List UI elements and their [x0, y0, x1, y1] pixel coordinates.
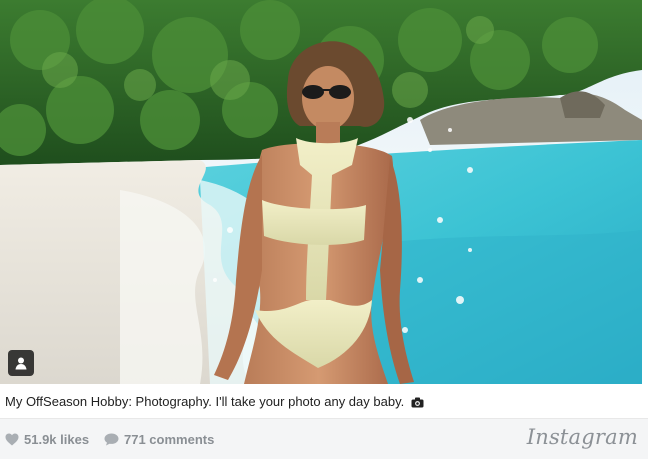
camera-icon [411, 397, 424, 408]
comments-label: 771 comments [124, 431, 215, 447]
beach-scene [0, 0, 642, 384]
likes-label: 51.9k likes [24, 431, 90, 447]
likes-count[interactable]: 51.9k likes [5, 430, 89, 448]
comments-count[interactable]: 771 comments [104, 430, 214, 448]
post-footer: 51.9k likes 771 comments Instagram [0, 418, 648, 459]
tag-people-button[interactable] [8, 350, 34, 376]
post-photo[interactable] [0, 0, 642, 384]
post-caption: My OffSeason Hobby: Photography. I'll ta… [5, 393, 635, 411]
instagram-logo[interactable]: Instagram [527, 425, 638, 449]
heart-icon [5, 433, 19, 445]
person-tag-icon [15, 357, 27, 370]
caption-text: My OffSeason Hobby: Photography. I'll ta… [5, 394, 405, 409]
comment-bubble-icon [104, 433, 119, 445]
